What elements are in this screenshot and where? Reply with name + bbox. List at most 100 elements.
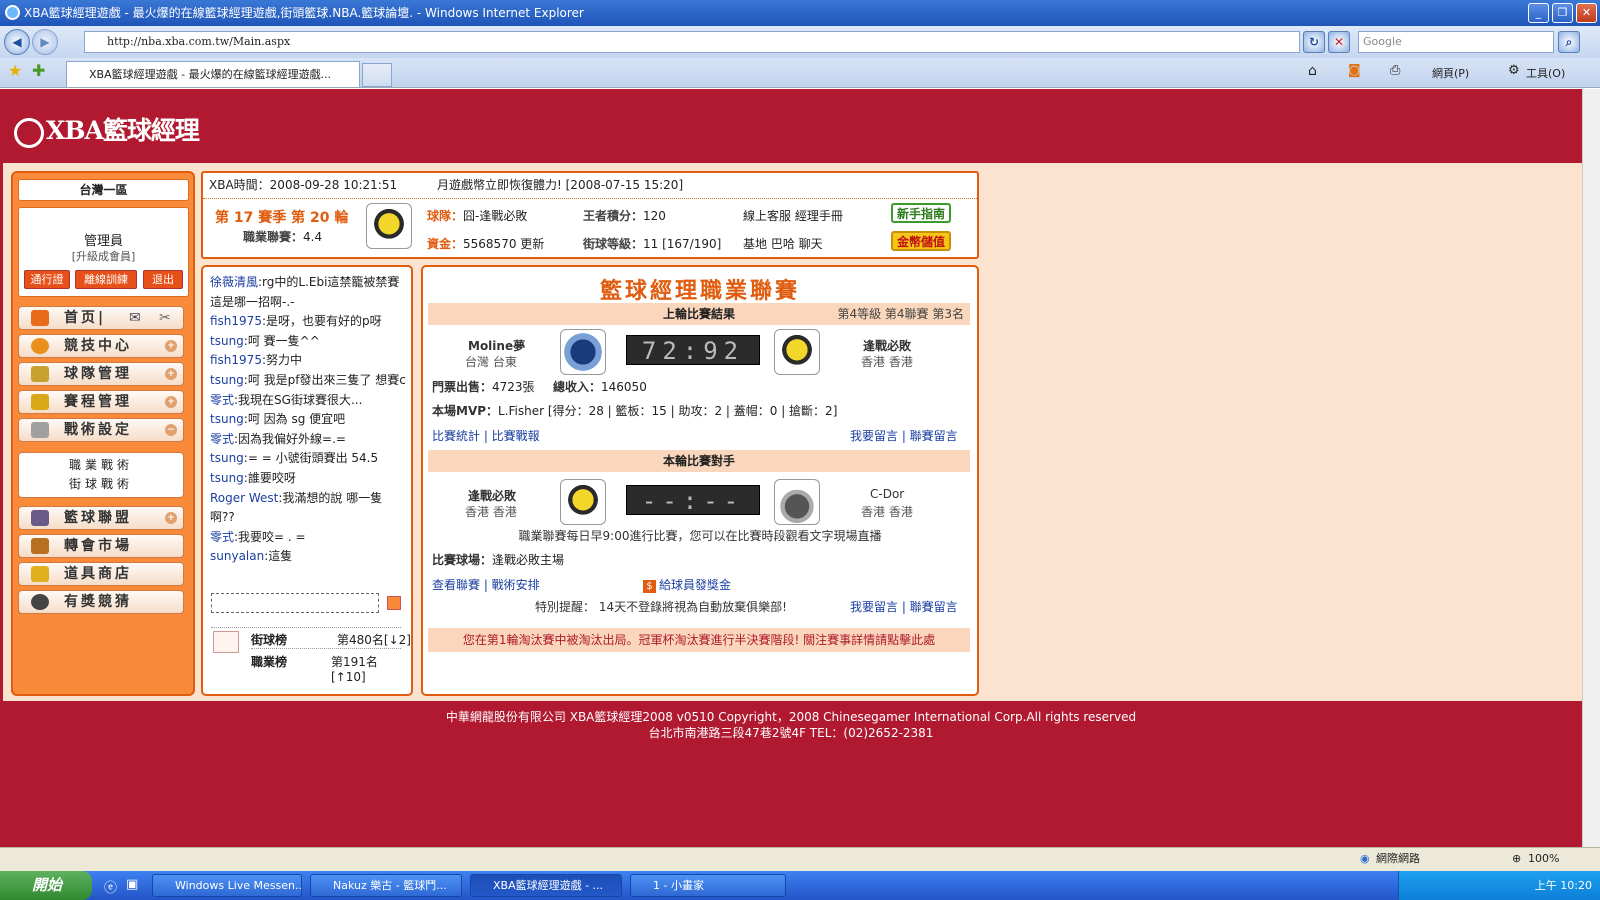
menu-guess[interactable]: 有獎競猜 (18, 590, 184, 614)
gold-topup-button[interactable]: 金幣儲值 (891, 231, 951, 251)
back-button[interactable]: ◀ (4, 29, 30, 55)
league-title: 籃球經理職業聯賽 (599, 278, 800, 304)
update-link[interactable]: 更新 (520, 237, 544, 251)
task-paint[interactable]: 1 - 小畫家 (630, 874, 786, 897)
vertical-scrollbar[interactable] (1582, 89, 1600, 847)
service-links[interactable]: 線上客服 經理手冊 (743, 207, 843, 224)
ie-quicklaunch-icon[interactable]: ⓔ (104, 877, 117, 896)
message-links[interactable]: 我要留言 | 聯賽留言 (850, 427, 958, 444)
start-button[interactable]: 開始 (0, 871, 92, 900)
street-rank-label[interactable]: 街球榜 (251, 631, 287, 648)
chat-username[interactable]: tsung (210, 412, 244, 426)
task-xba[interactable]: XBA籃球經理遊戲 - ... (470, 874, 622, 897)
chat-username[interactable]: 徐薇清風 (210, 275, 258, 289)
forward-button[interactable]: ▶ (32, 29, 58, 55)
menu-home[interactable]: 首页| ✉ ✂ (18, 306, 184, 330)
zoom-level[interactable]: 100% (1528, 848, 1559, 870)
chat-username[interactable]: 零式 (210, 432, 234, 446)
refresh-icon[interactable]: ↻ (1303, 31, 1325, 53)
search-icon[interactable]: ⌕ (1558, 31, 1580, 53)
newbie-guide-button[interactable]: 新手指南 (891, 203, 951, 223)
chat-username[interactable]: 零式 (210, 530, 234, 544)
task-messenger[interactable]: Windows Live Messen... (152, 874, 302, 897)
menu-competition[interactable]: 競技中心 + (18, 334, 184, 358)
add-favorite-icon[interactable]: ✚ (32, 61, 45, 80)
search-input[interactable]: Google (1358, 31, 1554, 53)
restore-button[interactable]: ❐ (1552, 3, 1573, 23)
chat-username[interactable]: tsung (210, 373, 244, 387)
print-icon[interactable]: ⎙ (1390, 63, 1400, 78)
rss-icon[interactable]: ◙ (1348, 63, 1361, 78)
menu-tactics[interactable]: 戰術設定 − (18, 418, 184, 442)
logo-mark-icon (14, 117, 44, 148)
address-input[interactable]: http://nba.xba.com.tw/Main.aspx (84, 31, 1300, 53)
logout-button[interactable]: 退出 (143, 270, 183, 289)
last-match-title: 上輪比賽結果 (662, 307, 735, 321)
last-home-location: 台灣 台東 (465, 355, 517, 369)
settings-icon[interactable]: ✂ (159, 307, 171, 329)
tools-menu[interactable]: 工具(O) (1526, 65, 1565, 81)
chat-send-button[interactable] (387, 596, 401, 610)
content-area: 台灣一區 管理員 [升級成會員] 通行證 離線訓練 退出 首页| ✉ ✂ 競技中… (3, 163, 1582, 701)
street-rank: 第480名[↓2] (337, 633, 411, 647)
upgrade-link[interactable]: [升級成會員] (19, 248, 188, 264)
king-label: 王者積分： (583, 209, 644, 223)
team-logo[interactable] (366, 203, 412, 249)
minimize-button[interactable]: _ (1528, 3, 1549, 23)
next-away-team[interactable]: C-Dor (870, 487, 904, 501)
community-links[interactable]: 基地 巴哈 聊天 (743, 235, 823, 252)
match-stats-links[interactable]: 比賽統計 | 比賽戰報 (432, 427, 540, 444)
copyright-line: 中華網龍股份有限公司 XBA籃球經理2008 v0510 Copyright，2… (445, 710, 1137, 724)
chat-username[interactable]: 零式 (210, 393, 234, 407)
mail-icon[interactable]: ✉ (129, 307, 141, 329)
new-tab-button[interactable] (362, 63, 392, 87)
message-links-2[interactable]: 我要留言 | 聯賽留言 (850, 598, 958, 615)
stop-icon[interactable]: ✕ (1328, 31, 1350, 53)
status-bar: ◉ 網際網路 ⊕ 100% (0, 847, 1600, 871)
next-home-team[interactable]: 逢戰必敗 (468, 487, 516, 504)
home-team-logo[interactable] (560, 329, 606, 375)
page-menu[interactable]: 網頁(P) (1432, 65, 1469, 81)
chat-username[interactable]: tsung (210, 471, 244, 485)
chat-username[interactable]: sunyalan (210, 549, 264, 563)
league-links[interactable]: 查看聯賽 | 戰術安排 (432, 576, 540, 593)
menu-shop[interactable]: 道具商店 (18, 562, 184, 586)
last-away-team[interactable]: 逢戰必敗 (863, 337, 911, 354)
menu-transfer[interactable]: 轉會市場 (18, 534, 184, 558)
team-name[interactable]: 囧-逢戰必敗 (463, 209, 527, 223)
chat-text: :我現在SG街球賽很大... (234, 392, 363, 407)
passport-button[interactable]: 通行證 (24, 270, 70, 289)
desktop-quicklaunch-icon[interactable]: ▣ (126, 877, 138, 892)
submenu-pro-tactics[interactable]: 職業戰術 (19, 456, 183, 475)
tab-active[interactable]: XBA籃球經理遊戲 - 最火爆的在線籃球經理遊戲... (66, 61, 360, 87)
pro-rank-label[interactable]: 職業榜 (251, 653, 287, 670)
task-nakuz[interactable]: Nakuz 樂古 - 籃球鬥... (310, 874, 462, 897)
next-away-logo[interactable] (774, 479, 820, 525)
offline-training-button[interactable]: 離線訓練 (75, 270, 137, 289)
away-team-logo[interactable] (774, 329, 820, 375)
window-title: XBA籃球經理遊戲 - 最火爆的在線籃球經理遊戲,街頭籃球.NBA.籃球論壇. … (24, 6, 584, 20)
chat-username[interactable]: tsung (210, 451, 244, 465)
favorites-star-icon[interactable]: ★ (8, 61, 22, 80)
left-sidebar: 台灣一區 管理員 [升級成會員] 通行證 離線訓練 退出 首页| ✉ ✂ 競技中… (11, 171, 195, 696)
site-logo[interactable]: XBA籃球經理 (14, 111, 200, 148)
bonus-link[interactable]: 給球員發獎金 (659, 578, 731, 592)
chat-username[interactable]: fish1975 (210, 353, 262, 367)
next-home-logo[interactable] (560, 479, 606, 525)
chat-username[interactable]: tsung (210, 334, 244, 348)
news-link[interactable]: 月遊戲幣立即恢復體力! [2008-07-15 15:20] (437, 173, 683, 197)
close-button[interactable]: ✕ (1576, 3, 1597, 23)
menu-team[interactable]: 球隊管理 + (18, 362, 184, 386)
chat-input[interactable] (211, 593, 379, 613)
home-icon[interactable]: ⌂ (1308, 63, 1317, 79)
last-home-team[interactable]: Moline夢 (468, 337, 525, 354)
tactics-submenu: 職業戰術 街球戰術 (18, 452, 184, 498)
menu-league[interactable]: 籃球聯盟 + (18, 506, 184, 530)
menu-schedule[interactable]: 賽程管理 + (18, 390, 184, 414)
submenu-street-tactics[interactable]: 街球戰術 (19, 475, 183, 494)
chat-username[interactable]: fish1975 (210, 314, 262, 328)
tournament-notice[interactable]: 您在第1輪淘汰賽中被淘汰出局。冠軍杯淘汰賽進行半決賽階段! 關注賽事詳情請點擊此… (428, 628, 970, 652)
funds: 5568570 (463, 237, 517, 251)
chat-username[interactable]: Roger West (210, 491, 278, 505)
next-score: --:-- (626, 485, 760, 515)
